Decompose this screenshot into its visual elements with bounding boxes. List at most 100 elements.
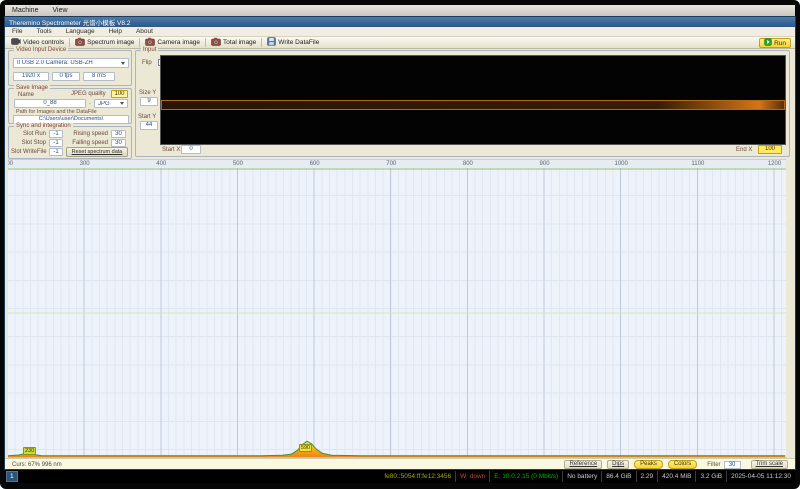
x-axis-row: 200 300 400 500 600 700 800 900 1000 1100 1200 [8,159,786,168]
wireless-status: W: down [455,471,489,482]
toolbar-button-label: Spectrum image [87,39,135,46]
app-titlebar[interactable]: Theremino Spectrometer 光谱小模板 V8.2 [5,17,795,27]
save-image-group: Save Image Name JPEG quality 100 0_88 . … [8,85,132,124]
x-axis-tick-label: 1100 [691,161,705,167]
size-y-input[interactable]: 9 [140,97,158,106]
falling-speed-input[interactable]: 30 [111,139,126,147]
sync-group-title: Sync and integration [14,123,73,130]
video-input-group: Video Input Device Il USB 2.0 Camera: US… [8,47,132,86]
image-name-input[interactable]: 0_88 [14,99,86,108]
slot-stop-input[interactable]: -1 [49,139,63,147]
toolbar-separator [139,38,141,47]
toolbar-separator [205,38,207,47]
spectrum-plot[interactable]: 230 590 [8,168,786,458]
x-axis-tick-label: 1200 [767,161,782,167]
colors-button[interactable]: Colors [667,460,698,469]
sync-group: Sync and integration Slot Run -1 Rising … [8,123,132,159]
trim-scale-button[interactable]: Trim scale [750,460,788,469]
write-datafile-button[interactable]: Write DataFile [263,37,323,48]
reference-button[interactable]: Reference [564,460,603,469]
input-group-title: Input [141,47,159,54]
run-button-label: Run [774,39,786,47]
menu-about[interactable]: About [129,28,160,35]
toolbar: Video controls Spectrum image Camera ima… [5,37,795,49]
load-status: 2.29 [635,471,658,482]
falling-speed-label: Falling speed [72,140,108,146]
app-window: Theremino Spectrometer 光谱小模板 V8.2 File T… [5,17,795,469]
status-strip: Curs: 67% 996 nm Reference Dips Peaks Co… [5,458,795,469]
rising-speed-label: Rising speed [73,131,108,137]
camera-view [160,55,786,145]
spectrum-image-button[interactable]: Spectrum image [71,37,138,48]
image-format-select[interactable]: JPG [94,99,128,108]
camera-select-value: Il USB 2.0 Camera: USB-ZH [17,60,93,66]
memory-status: 420.4 MiB [657,471,695,482]
cursor-readout: Curs: 67% 996 nm [12,461,62,468]
workarea: Video Input Device Il USB 2.0 Camera: US… [5,47,795,469]
menu-tools[interactable]: Tools [29,28,58,35]
x-axis-tick-label: 200 [8,161,14,167]
jpeg-quality-label: JPEG quality [71,91,106,97]
toolbar-separator [261,38,263,47]
x-axis-tick-label: 800 [462,161,473,167]
toolbar-button-label: Write DataFile [278,39,320,46]
end-x-input[interactable]: 100 [758,145,782,154]
image-format-value: JPG [98,100,110,107]
menu-language[interactable]: Language [59,28,102,35]
menu-file[interactable]: File [5,28,29,35]
scan-band-overlay[interactable] [161,100,785,110]
vm-menu-view[interactable]: View [45,7,74,14]
run-button[interactable]: Run [759,38,791,48]
name-extension-dot: . [89,100,91,106]
name-label: Name [18,92,35,98]
x-axis-tick-label: 400 [156,161,167,167]
spectrum-trace [8,440,786,457]
end-x-label: End X [736,147,753,153]
start-y-label: Start Y [138,114,157,120]
camera-icon [75,37,85,48]
ethernet-status: E: 10.0.2.15 (0 Mbit/s) [489,471,562,482]
vm-menu-machine[interactable]: Machine [5,7,45,14]
camera-select[interactable]: Il USB 2.0 Camera: USB-ZH [13,58,129,68]
datetime-status: 2025-04-05 11:12:30 [726,471,795,482]
jpeg-quality-input[interactable]: 100 [111,90,128,98]
spectrum-svg [8,168,786,457]
app-menubar: File Tools Language Help About [5,27,795,37]
workspace-badge[interactable]: 1 [6,471,18,482]
swap-status: 3.2 GiB [695,471,726,482]
dips-button[interactable]: Dips [607,460,630,469]
x-axis-tick-label: 500 [232,161,243,167]
total-image-button[interactable]: Total image [207,37,260,48]
peak-label-badge: 590 [298,444,313,452]
start-x-input[interactable]: 0 [181,145,201,154]
slot-stop-label: Slot Stop [21,140,46,146]
camera-icon [211,37,221,48]
reset-spectrum-button[interactable]: Reset spectrum data [66,147,128,157]
peak-label-badge: 230 [22,447,37,455]
input-group: Input Flip ✓ Size Y 9 Start Y 44 Start X… [135,47,790,157]
app-title: Theremino Spectrometer 光谱小模板 V8.2 [9,20,131,27]
x-axis-tick-label: 700 [386,161,397,167]
disk-status: 86.4 GiB [601,471,635,482]
filter-input[interactable]: 30 [723,460,741,469]
toolbar-button-label: Total image [223,39,257,46]
rising-speed-input[interactable]: 30 [111,130,126,138]
menu-help[interactable]: Help [102,28,129,35]
x-axis-tick-label: 1000 [614,161,628,167]
save-image-group-title: Save Image [14,85,51,92]
x-axis-tick-label: 900 [539,161,550,167]
size-y-label: Size Y [139,90,157,96]
flip-label: Flip [142,60,152,66]
slot-run-input[interactable]: -1 [49,130,63,138]
fps-value: 0 fps [52,72,80,81]
slot-run-label: Slot Run [22,131,46,137]
peaks-button[interactable]: Peaks [634,460,663,469]
run-play-icon [764,38,772,48]
toolbar-button-label: Camera image [157,39,201,46]
x-axis-tick-label: 600 [309,161,320,167]
slot-writefile-input[interactable]: -1 [49,148,63,156]
slot-writefile-label: Slot WriteFile [11,149,47,155]
chevron-down-icon [121,61,125,65]
start-y-input[interactable]: 44 [140,121,158,130]
start-x-label: Start X [162,147,181,153]
